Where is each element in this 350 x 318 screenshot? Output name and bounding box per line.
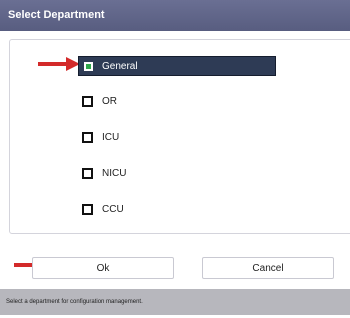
department-option-or[interactable]: OR [78,91,117,111]
department-option-icu[interactable]: ICU [78,127,119,147]
department-label: ICU [102,131,120,143]
status-bar: Select a department for configuration ma… [0,289,350,315]
department-label: NICU [102,167,127,179]
checkbox-icon[interactable] [82,131,93,143]
checkbox-icon[interactable] [82,95,93,107]
checkbox-icon[interactable] [82,203,93,215]
red-arrow-icon [38,57,80,71]
checkbox-icon[interactable] [82,167,93,179]
ok-button[interactable]: Ok [32,257,174,279]
department-option-general[interactable]: General [78,56,276,76]
checkbox-icon[interactable] [84,61,93,71]
department-label: CCU [102,203,124,215]
department-label: General [102,60,138,72]
select-department-dialog: Select Department General OR ICU NICU CC… [0,0,350,318]
department-label: OR [102,95,117,107]
department-option-nicu[interactable]: NICU [78,163,126,183]
cancel-button[interactable]: Cancel [202,257,334,279]
department-option-ccu[interactable]: CCU [78,199,124,219]
window-title: Select Department [0,0,350,31]
